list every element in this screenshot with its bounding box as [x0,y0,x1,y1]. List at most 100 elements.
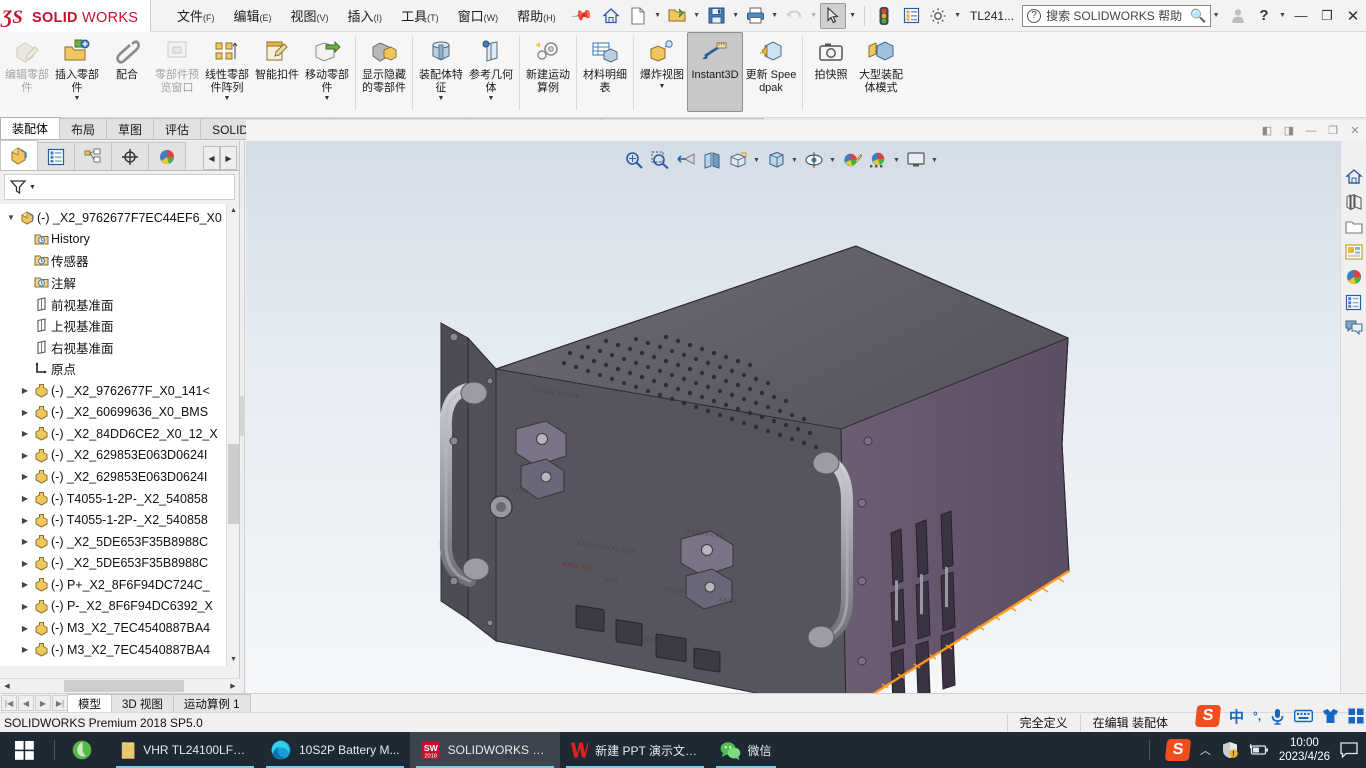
exploded-view-dropdown-icon[interactable]: ▼ [659,83,666,90]
menu-tools[interactable]: 工具(T) [393,1,447,30]
menu-edit[interactable]: 编辑(E) [226,1,280,30]
help-button[interactable]: ? [1251,3,1277,29]
tree-expand-arrow-icon[interactable]: ▶ [18,451,32,460]
save-dropdown-icon[interactable]: ▼ [730,12,741,19]
reference-geometry-button[interactable]: 参考几何体 ▼ [466,32,516,112]
assembly-feature-dropdown-icon[interactable]: ▼ [438,95,445,102]
last-tab-button[interactable]: ▶| [52,695,68,711]
ime-punctuation-toggle[interactable]: °, [1253,709,1261,723]
insert-component-dropdown-icon[interactable]: ▼ [74,95,81,102]
previous-tab-button[interactable]: ◀ [18,695,34,711]
menu-file[interactable]: 文件(F) [169,1,223,30]
restore-document-button[interactable]: ❐ [1322,121,1344,140]
solidworks-forum-icon[interactable] [1342,315,1366,339]
scroll-left-arrow-icon[interactable]: ◀ [0,680,14,693]
new-document-dropdown-icon[interactable]: ▼ [652,12,663,19]
component-preview-button[interactable]: 零部件预览窗口 [152,32,202,112]
taskbar-item-browser[interactable] [61,732,110,768]
tab-3d-views[interactable]: 3D 视图 [111,694,174,712]
taskbar-item-wechat[interactable]: 微信 [710,732,782,768]
taskbar-item-edge[interactable]: 10S2P Battery M... [260,732,410,768]
property-manager-tab[interactable] [37,142,75,170]
vertical-scroll-thumb[interactable] [228,444,239,524]
tree-node[interactable]: ▶(-) P-_X2_8F6F94DC6392_X [0,596,226,618]
dimxpert-manager-tab[interactable] [111,142,149,170]
keyboard-icon[interactable] [1294,709,1313,723]
view-palette-icon[interactable] [1342,240,1366,264]
skin-icon[interactable] [1322,708,1339,724]
show-hidden-components-button[interactable]: 显示隐藏的零部件 [359,32,409,112]
tree-node[interactable]: ▶(-) _X2_5DE653F35B8988C [0,531,226,553]
tree-expand-arrow-icon[interactable]: ▼ [4,213,18,222]
menu-view[interactable]: 视图(V) [283,1,337,30]
select-dropdown-icon[interactable]: ▼ [847,12,858,19]
instant3d-button[interactable]: Instant3D [687,32,743,112]
close-window-button[interactable]: ✕ [1340,3,1366,29]
open-folder-icon[interactable] [664,3,690,29]
tree-expand-arrow-icon[interactable]: ▶ [18,602,32,611]
bill-of-materials-button[interactable]: 材料明细表 [580,32,630,112]
close-document-button[interactable]: ✕ [1344,121,1366,140]
feature-tree[interactable]: ▼(-) _X2_9762677F7EC44EF6_X0History传感器注解… [0,204,226,666]
tree-node[interactable]: History [0,229,226,251]
tray-expand-chevron-icon[interactable]: ︿ [1200,742,1211,758]
search-dropdown-icon[interactable]: ▼ [1211,12,1221,19]
tree-node[interactable]: ▶(-) _X2_5DE653F35B8988C [0,553,226,575]
tab-scroll-right-button[interactable]: ▶ [220,146,237,170]
tree-node[interactable]: 注解 [0,272,226,294]
ime-mode-chinese[interactable]: 中 [1229,706,1244,727]
panel-splitter[interactable] [240,141,245,693]
rebuild-icon[interactable] [871,3,897,29]
taskbar-item-wps-ppt[interactable]: 新建 PPT 演示文稿... [560,732,710,768]
tree-expand-arrow-icon[interactable]: ▶ [18,516,32,525]
security-shield-icon[interactable]: ! [1221,741,1239,759]
new-document-icon[interactable] [625,3,651,29]
restore-window-button[interactable]: ❐ [1314,3,1340,29]
tree-expand-arrow-icon[interactable]: ▶ [18,559,32,568]
tree-expand-arrow-icon[interactable]: ▶ [18,408,32,417]
tree-expand-arrow-icon[interactable]: ▶ [18,386,32,395]
undo-icon[interactable] [781,3,807,29]
select-cursor-icon[interactable] [820,3,846,29]
3d-model-battery-cabinet[interactable]: XXXXX XXXXX XXXXXXXX XXXX XXX XXXXXX XXX… [246,141,1340,693]
tree-expand-arrow-icon[interactable]: ▶ [18,429,32,438]
mate-button[interactable]: 配合 [102,32,152,112]
battery-icon[interactable] [1249,743,1269,757]
mic-icon[interactable] [1270,708,1285,725]
feature-tree-tab[interactable] [0,140,38,170]
options-dropdown-icon[interactable]: ▼ [952,12,963,19]
scroll-down-arrow-icon[interactable]: ▼ [227,653,240,666]
feature-tree-vertical-scrollbar[interactable]: ▲ ▼ [226,204,239,666]
tree-node[interactable]: 前视基准面 [0,293,226,315]
exploded-view-button[interactable]: 爆炸视图 ▼ [637,32,687,112]
menu-help[interactable]: 帮助(H) [509,1,564,30]
tree-node[interactable]: ▶(-) T4055-1-2P-_X2_540858 [0,488,226,510]
tree-node[interactable]: ▶(-) T4055-1-2P-_X2_540858 [0,509,226,531]
design-library-icon[interactable] [1342,190,1366,214]
help-dropdown-icon[interactable]: ▼ [1277,12,1288,19]
tab-assembly[interactable]: 装配体 [0,117,60,139]
undo-dropdown-icon[interactable]: ▼ [808,12,819,19]
tree-node[interactable]: ▶(-) _X2_60699636_X0_BMS [0,401,226,423]
user-account-icon[interactable] [1225,3,1251,29]
tree-expand-arrow-icon[interactable]: ▶ [18,472,32,481]
menu-insert[interactable]: 插入(I) [340,1,391,30]
insert-component-button[interactable]: 插入零部件 ▼ [52,32,102,112]
tree-node[interactable]: 原点 [0,358,226,380]
next-tab-button[interactable]: ▶ [35,695,51,711]
new-motion-study-button[interactable]: 新建运动算例 [523,32,573,112]
graphics-viewport[interactable]: ▼ ▼ ▼ ▼ ▼ [246,141,1340,693]
sogou-ime-icon[interactable]: S [1195,705,1221,727]
scroll-right-arrow-icon[interactable]: ▶ [226,680,240,693]
tab-sketch[interactable]: 草图 [106,118,154,139]
update-speedpak-button[interactable]: 更新 Speedpak [743,32,799,112]
reference-geometry-dropdown-icon[interactable]: ▼ [488,95,495,102]
taskbar-clock[interactable]: 10:00 2023/4/26 [1279,736,1330,764]
feature-tree-filter[interactable]: ▼ [4,174,235,200]
minimize-document-button[interactable]: — [1300,121,1322,140]
pin-icon[interactable]: 📌 [569,4,593,28]
file-properties-icon[interactable] [898,3,924,29]
tree-node[interactable]: 右视基准面 [0,337,226,359]
edit-component-button[interactable]: 编辑零部件 [2,32,52,112]
home-icon[interactable] [598,3,624,29]
